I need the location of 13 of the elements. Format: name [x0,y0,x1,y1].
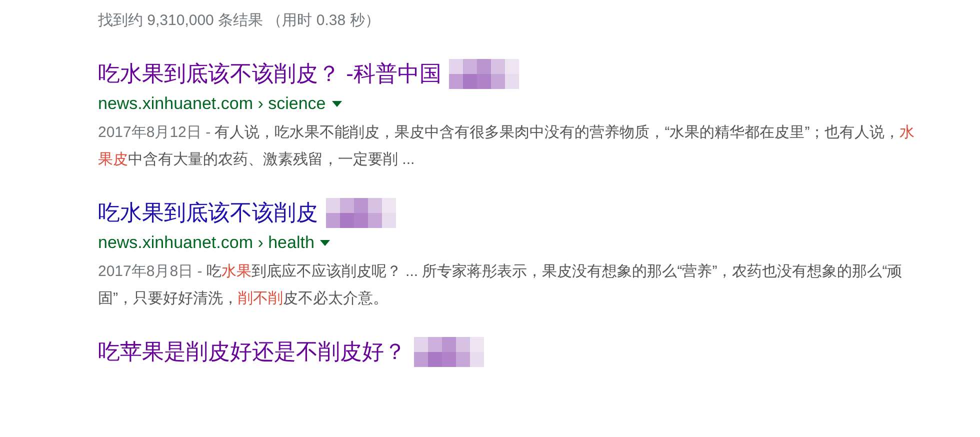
result-title-link[interactable]: 吃苹果是削皮好还是不削皮好？ [98,337,406,367]
pixelated-blur-icon [414,337,484,367]
result-stats: 找到约 9,310,000 条结果 （用时 0.38 秒） [98,11,381,31]
pixelated-blur-icon [449,59,520,89]
result-title-link[interactable]: 吃水果到底该不该削皮 [98,198,318,228]
result-snippet: 2017年8月12日 - 有人说，吃水果不能削皮，果皮中含有很多果肉中没有的营养物质，“水果的精华都在皮里”；也有人说，水果皮中含有大量的农药、激素残留，一定要削 ... [98,123,916,170]
result-url: news.xinhuanet.com › health [98,232,314,254]
result-url: news.xinhuanet.com › science [98,93,326,115]
dropdown-caret-icon[interactable] [332,101,342,107]
dropdown-caret-icon[interactable] [320,240,330,246]
pixelated-blur-icon [326,198,396,228]
result-snippet: 2017年8月8日 - 吃水果到底应不应该削皮呢？ ... 所专家蒋彤表示，果皮没有想象的那么“营养”，农药也没有想象的那么“顽固”，只要好好清洗，削不削皮不必太介意。 [98,262,904,309]
result-title-link[interactable]: 吃水果到底该不该削皮？ -科普中国 [98,59,442,89]
